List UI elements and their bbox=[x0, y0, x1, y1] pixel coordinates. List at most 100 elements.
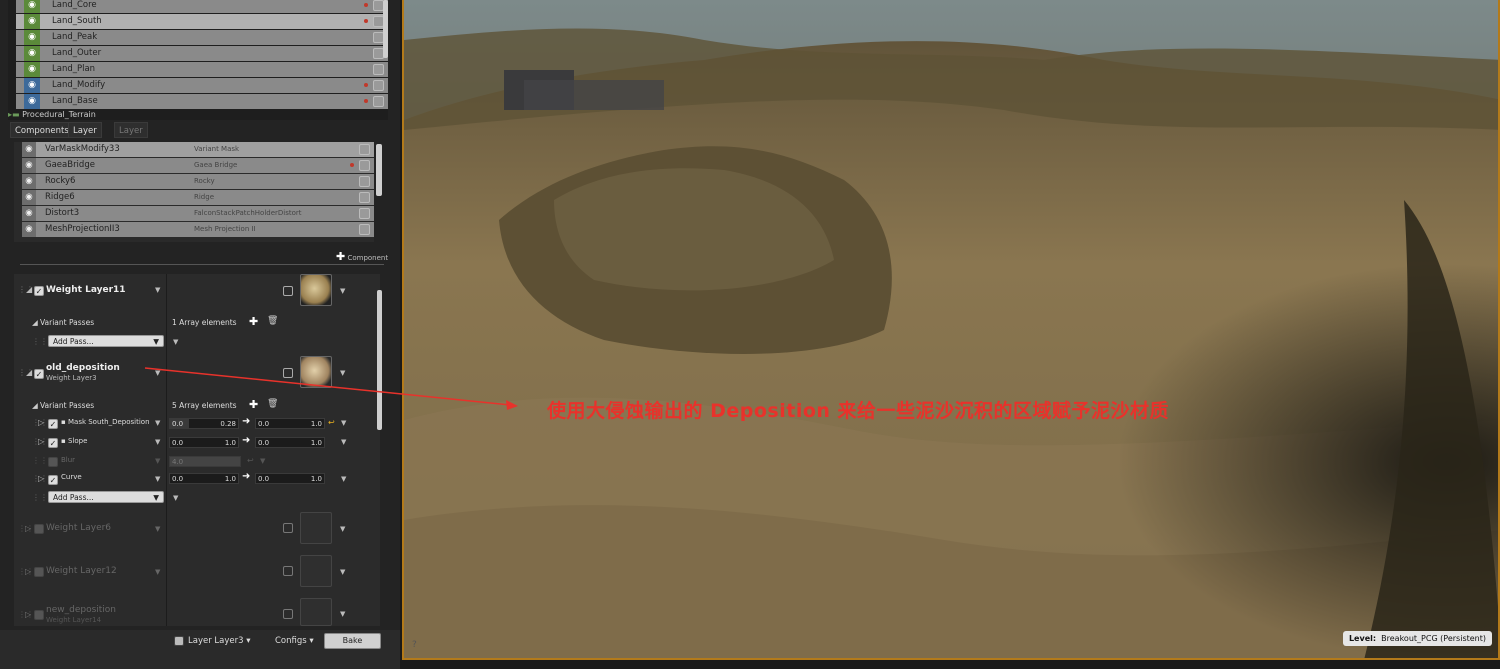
reset-icon[interactable]: ↩ bbox=[247, 456, 254, 465]
range-max-field[interactable]: 0.0 1.0 bbox=[255, 418, 325, 429]
pass-enable-checkbox[interactable]: ✓ bbox=[48, 438, 58, 448]
eye-icon[interactable]: ◉ bbox=[24, 30, 40, 45]
chevron-down-icon[interactable]: ▼ bbox=[173, 338, 178, 346]
tab-layer-edit[interactable]: Layer Edit bbox=[114, 122, 148, 152]
toggle-square[interactable] bbox=[359, 144, 370, 155]
tab-layer-info[interactable]: Layer Info bbox=[68, 122, 102, 152]
expand-icon[interactable]: ▷ bbox=[38, 418, 44, 427]
outliner-item[interactable]: ◉ Land_Modify bbox=[16, 78, 388, 93]
eye-icon[interactable]: ◉ bbox=[22, 142, 36, 157]
toggle-square[interactable] bbox=[359, 208, 370, 219]
outliner-item[interactable]: ◉ Land_Plan bbox=[16, 62, 388, 77]
pin-toggle[interactable] bbox=[373, 64, 384, 75]
material-thumbnail[interactable] bbox=[300, 555, 332, 587]
outliner-item[interactable]: ◉ Land_Outer bbox=[16, 46, 388, 61]
chevron-down-icon[interactable]: ▼ bbox=[340, 369, 345, 377]
toggle-square[interactable] bbox=[283, 609, 293, 619]
toggle-square[interactable] bbox=[283, 286, 293, 296]
chevron-down-icon[interactable]: ▼ bbox=[341, 475, 346, 483]
outliner-item[interactable]: ◉ Land_Base bbox=[16, 94, 388, 109]
component-row[interactable]: ◉ Rocky6 Rocky bbox=[22, 174, 374, 189]
chevron-down-icon[interactable]: ▼ bbox=[155, 568, 160, 576]
chevron-down-icon[interactable]: ▼ bbox=[173, 494, 178, 502]
chevron-down-icon[interactable]: ▼ bbox=[340, 287, 345, 295]
toggle-square[interactable] bbox=[283, 368, 293, 378]
plus-icon[interactable]: ✚ bbox=[249, 315, 258, 328]
scrollbar[interactable] bbox=[376, 144, 382, 196]
tab-components[interactable]: Components bbox=[10, 122, 74, 138]
eye-icon[interactable]: ◉ bbox=[24, 46, 40, 61]
toggle-square[interactable] bbox=[283, 566, 293, 576]
expand-icon[interactable]: ◢ bbox=[32, 318, 38, 327]
chevron-down-icon[interactable]: ▼ bbox=[155, 475, 160, 483]
layer-enable-checkbox[interactable]: ✓ bbox=[34, 369, 44, 379]
chevron-down-icon[interactable]: ▼ bbox=[260, 457, 265, 465]
pass-enable-checkbox[interactable] bbox=[48, 457, 58, 467]
toggle-square[interactable] bbox=[359, 192, 370, 203]
pin-toggle[interactable] bbox=[373, 96, 384, 107]
material-thumbnail[interactable] bbox=[300, 274, 332, 306]
bake-button[interactable]: Bake bbox=[324, 633, 381, 649]
material-thumbnail[interactable] bbox=[300, 512, 332, 544]
eye-icon[interactable]: ◉ bbox=[24, 62, 40, 77]
layer-dropdown[interactable]: Layer Layer3 ▾ bbox=[188, 636, 251, 646]
component-row[interactable]: ◉ VarMaskModify33 Variant Mask bbox=[22, 142, 374, 157]
layer-enable-checkbox[interactable] bbox=[34, 610, 44, 620]
eye-icon[interactable]: ◉ bbox=[22, 158, 36, 173]
add-pass-dropdown[interactable]: Add Pass... ▼ bbox=[48, 491, 164, 503]
chevron-down-icon[interactable]: ▼ bbox=[155, 438, 160, 446]
layer-enable-checkbox[interactable] bbox=[34, 567, 44, 577]
eye-icon[interactable]: ◉ bbox=[24, 78, 40, 93]
viewport[interactable]: 使用大侵蚀输出的 Deposition 来给一些泥沙沉积的区域赋予泥沙材质 Le… bbox=[402, 0, 1500, 660]
toggle-square[interactable] bbox=[359, 224, 370, 235]
collapse-icon[interactable]: ◢ bbox=[26, 368, 32, 377]
pass-enable-checkbox[interactable]: ✓ bbox=[48, 419, 58, 429]
add-component-button[interactable]: ✚ Component bbox=[336, 250, 388, 263]
outliner-item[interactable]: ◉ Land_Core bbox=[16, 0, 388, 13]
outliner-item[interactable]: ◉ Land_Peak bbox=[16, 30, 388, 45]
chevron-down-icon[interactable]: ▼ bbox=[155, 286, 160, 294]
pin-toggle[interactable] bbox=[373, 80, 384, 91]
range-min-field[interactable]: 0.0 0.28 bbox=[169, 418, 239, 429]
expand-icon[interactable]: ▷ bbox=[38, 437, 44, 446]
chevron-down-icon[interactable]: ▼ bbox=[340, 568, 345, 576]
collapse-icon[interactable]: ◢ bbox=[26, 285, 32, 294]
component-row[interactable]: ◉ GaeaBridge Gaea Bridge bbox=[22, 158, 374, 173]
component-row[interactable]: ◉ MeshProjectionII3 Mesh Projection II bbox=[22, 222, 374, 237]
eye-icon[interactable]: ◉ bbox=[22, 174, 36, 189]
toggle-square[interactable] bbox=[283, 523, 293, 533]
outliner-folder[interactable]: ▸▬ Procedural_Terrain bbox=[8, 110, 96, 119]
pass-enable-checkbox[interactable]: ✓ bbox=[48, 475, 58, 485]
configs-dropdown[interactable]: Configs ▾ bbox=[275, 636, 314, 646]
range-min-field[interactable]: 0.0 1.0 bbox=[169, 473, 239, 484]
chevron-down-icon[interactable]: ▼ bbox=[155, 419, 160, 427]
expand-icon[interactable]: ▷ bbox=[25, 524, 31, 533]
scrollbar[interactable] bbox=[383, 0, 388, 58]
eye-icon[interactable]: ◉ bbox=[24, 0, 40, 13]
add-pass-dropdown[interactable]: Add Pass... ▼ bbox=[48, 335, 164, 347]
chevron-down-icon[interactable]: ▼ bbox=[341, 419, 346, 427]
drag-handle[interactable]: ⋮⋮ bbox=[32, 337, 48, 346]
eye-icon[interactable]: ◉ bbox=[22, 190, 36, 205]
expand-icon[interactable]: ▷ bbox=[25, 610, 31, 619]
chevron-down-icon[interactable]: ▼ bbox=[341, 438, 346, 446]
component-row[interactable]: ◉ Ridge6 Ridge bbox=[22, 190, 374, 205]
toggle-square[interactable] bbox=[359, 176, 370, 187]
outliner-item[interactable]: ◉ Land_South bbox=[16, 14, 388, 29]
eye-icon[interactable]: ◉ bbox=[24, 14, 40, 29]
chevron-down-icon[interactable]: ▼ bbox=[155, 525, 160, 533]
layer-checkbox[interactable] bbox=[174, 636, 184, 646]
trash-icon[interactable]: 🗑 bbox=[267, 399, 278, 409]
layer-enable-checkbox[interactable]: ✓ bbox=[34, 286, 44, 296]
help-icon[interactable]: ? bbox=[412, 640, 417, 650]
eye-icon[interactable]: ◉ bbox=[22, 206, 36, 221]
drag-handle[interactable]: ⋮⋮ bbox=[32, 493, 48, 502]
eye-icon[interactable]: ◉ bbox=[24, 94, 40, 109]
blur-field[interactable]: 4.0 bbox=[169, 456, 241, 467]
eye-icon[interactable]: ◉ bbox=[22, 222, 36, 237]
expand-icon[interactable]: ▷ bbox=[38, 474, 44, 483]
material-thumbnail[interactable] bbox=[300, 356, 332, 388]
chevron-down-icon[interactable]: ▼ bbox=[340, 610, 345, 618]
expand-icon[interactable]: ◢ bbox=[32, 401, 38, 410]
material-thumbnail[interactable] bbox=[300, 598, 332, 626]
